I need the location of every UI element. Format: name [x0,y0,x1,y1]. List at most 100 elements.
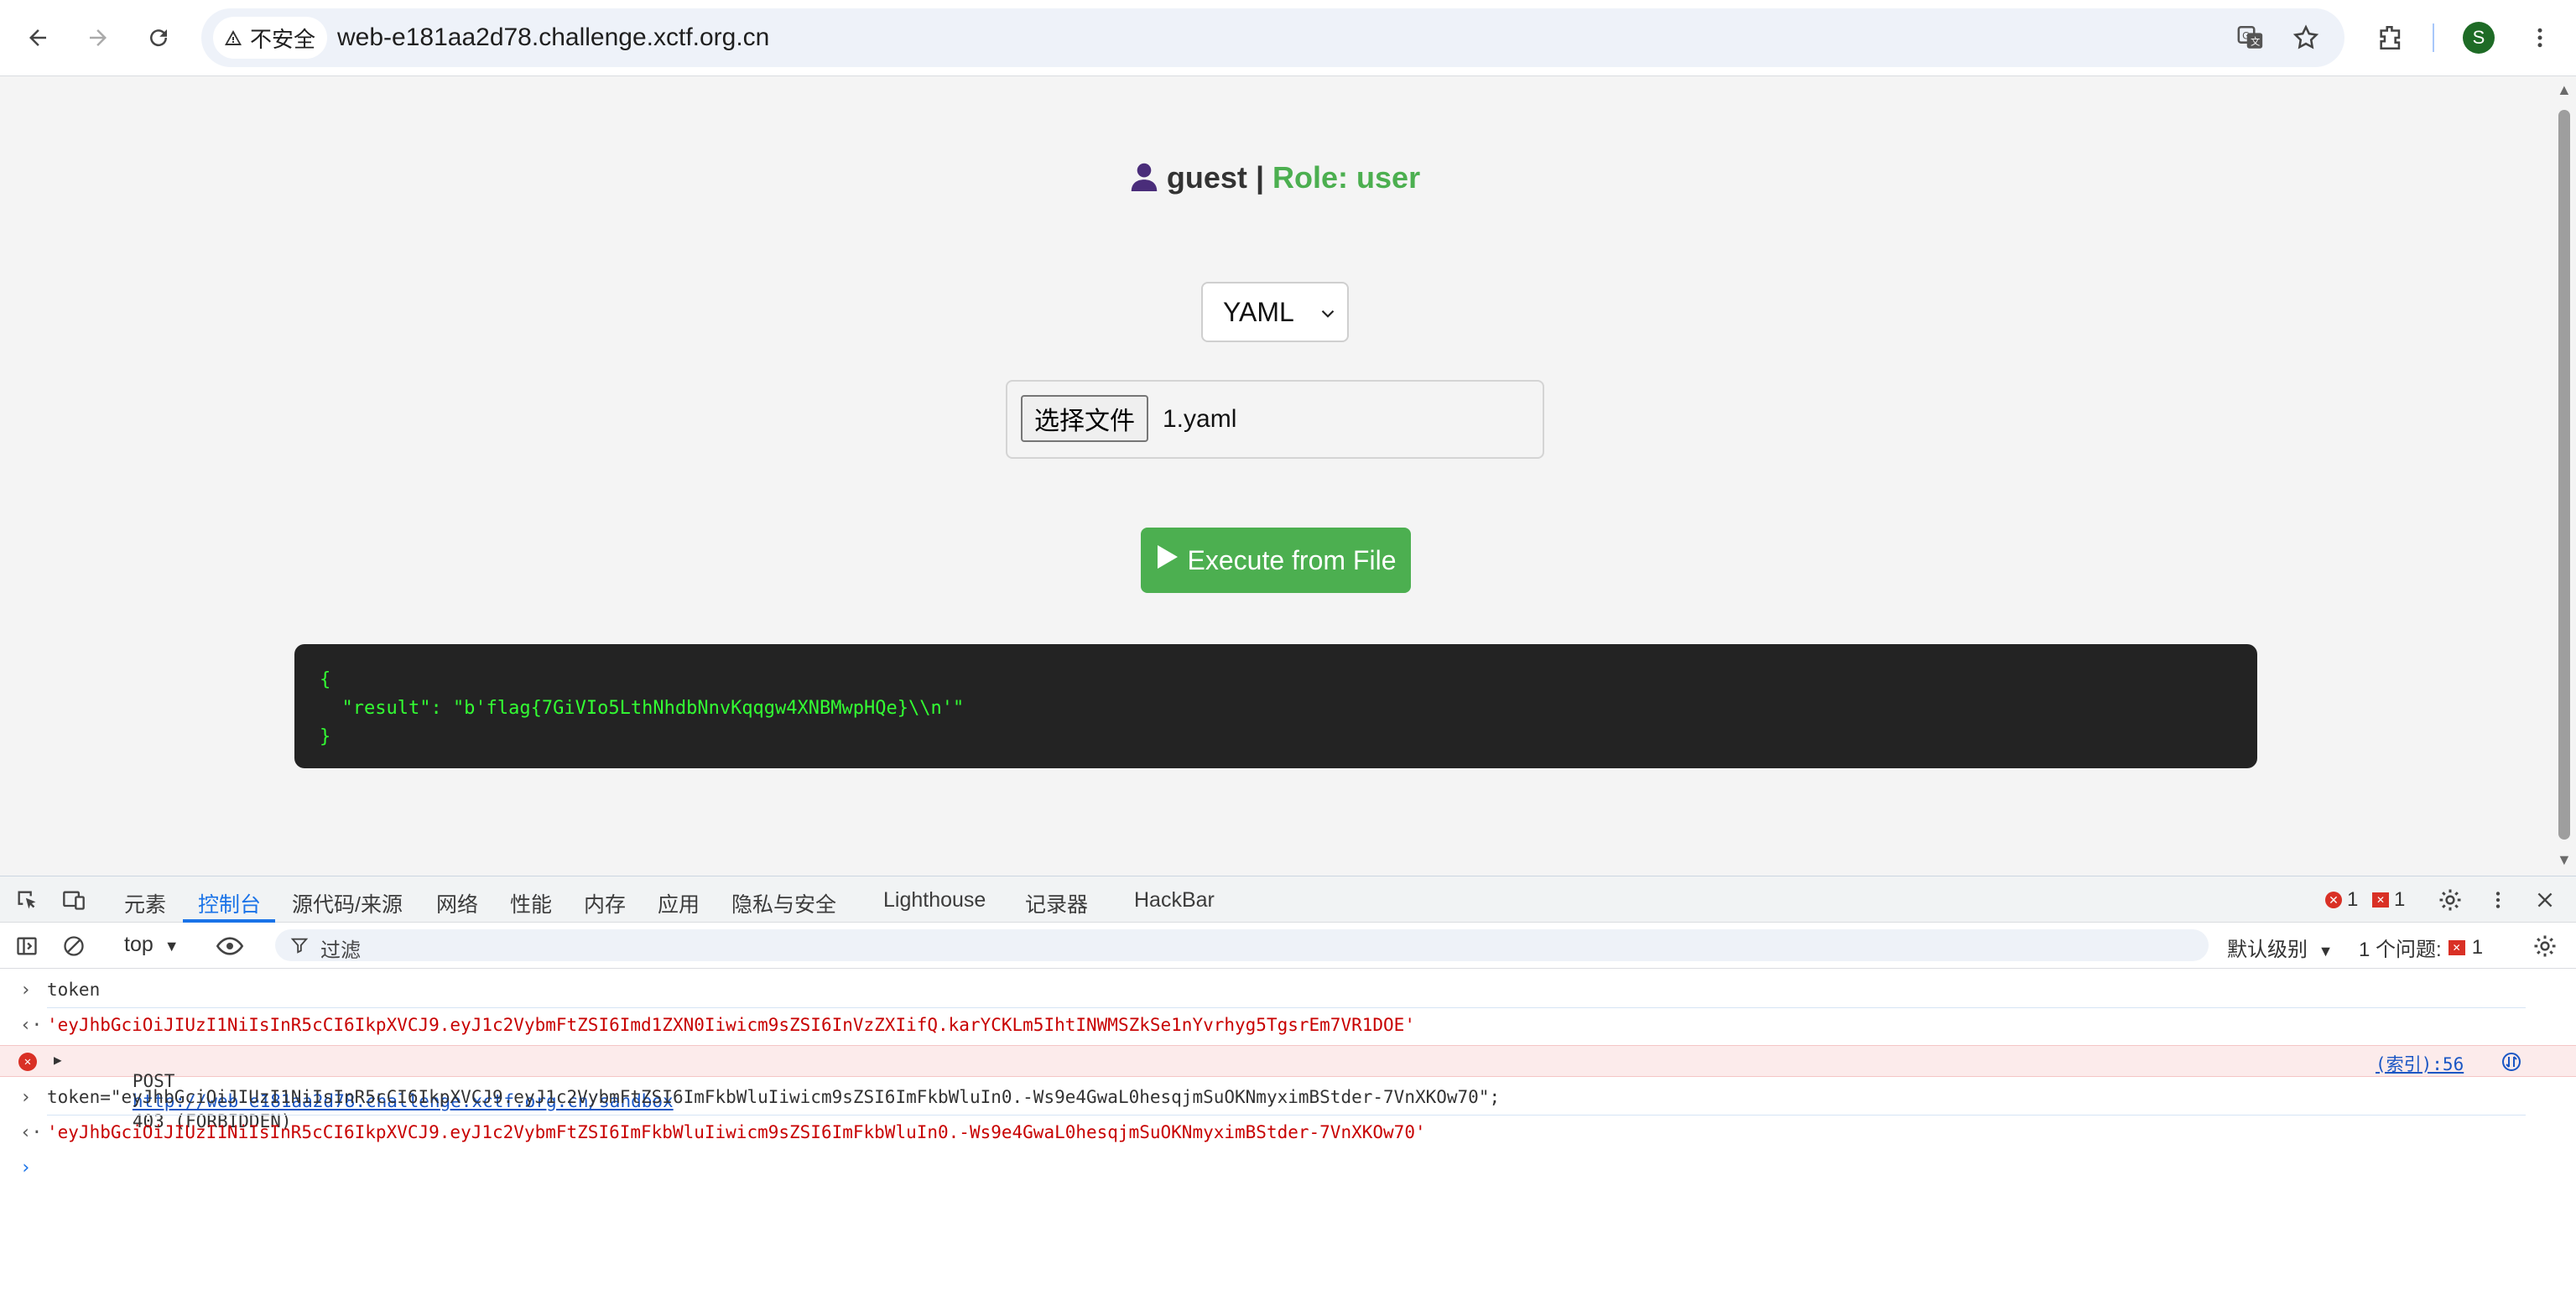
user-icon [1130,161,1158,199]
issue-flag-count: 1 [2394,888,2406,911]
log-level-select[interactable]: 默认级别 ▼ [2227,933,2334,962]
devtools-menu-icon[interactable] [2483,885,2513,915]
user-separator: | [1255,160,1265,195]
console-output-text: 'eyJhbGciOiJIUzI1NiIsInR5cCI6IkpXVCJ9.ey… [47,1122,1426,1142]
return-arrow-icon: ‹· [20,1015,43,1036]
warning-icon [225,30,242,45]
tab-application[interactable]: 应用 [658,888,700,918]
format-select-value: YAML [1223,296,1294,327]
token-assignment: token="eyJhbGciOiJIUzI1NiIsInR5cCI6IkpXV… [47,1087,1501,1107]
toolbar-divider [2433,23,2434,52]
inspect-element-icon[interactable] [12,885,42,915]
scroll-thumb[interactable] [2558,110,2570,840]
role-label: Role: user [1272,160,1421,195]
chevron-right-icon: › [20,1087,32,1108]
issues-label: 1 个问题: [2359,939,2442,961]
caret-down-icon: ▼ [164,938,180,954]
tab-console[interactable]: 控制台 [198,888,261,918]
result-line: { [320,669,331,690]
file-upload-box: 选择文件 1.yaml [1006,380,1544,459]
console-prompt-row[interactable]: › [0,1157,2576,1183]
filter-placeholder: 过滤 [320,939,361,962]
chevron-down-icon [1317,300,1339,331]
tab-hackbar[interactable]: HackBar [1134,888,1215,913]
format-select[interactable]: YAML [1201,282,1349,342]
forward-icon[interactable] [77,17,119,59]
context-selector[interactable]: top ▼ [124,933,180,957]
result-line: "result": "b'flag{7GiVIo5LthNhdbNnvKqqgw… [320,698,965,719]
settings-gear-icon[interactable] [2435,885,2465,915]
context-value: top [124,933,154,956]
console-filter-input[interactable]: 过滤 [275,929,2209,962]
tab-memory[interactable]: 内存 [584,888,626,918]
devtools-tabbar: 元素 控制台 源代码/来源 网络 性能 内存 应用 隐私与安全 Lighthou… [0,876,2576,923]
back-icon[interactable] [17,17,59,59]
expand-triangle-icon[interactable]: ▶ [54,1052,62,1068]
issue-flag-icon: ✕ [2372,892,2389,908]
bookmark-star-icon[interactable] [2285,17,2327,59]
execute-button[interactable]: Execute from File [1141,528,1411,593]
error-source-link[interactable]: (索引):56 [2376,1051,2464,1076]
caret-down-icon: ▼ [2318,943,2334,960]
execute-button-label: Execute from File [1187,544,1397,575]
tab-elements[interactable]: 元素 [124,888,166,918]
security-chip[interactable]: 不安全 [213,17,328,59]
url-text[interactable]: web-e181aa2d78.challenge.xctf.org.cn [337,23,769,52]
console-input-text: token [47,980,101,1000]
eye-icon[interactable] [215,931,245,961]
tab-recorder[interactable]: 记录器 [1025,888,1088,918]
sidebar-toggle-icon[interactable] [12,931,42,961]
reload-icon[interactable] [138,17,180,59]
result-output: { "result": "b'flag{7GiVIo5LthNhdbNnvKqq… [294,644,2257,768]
prompt-chevron-icon: › [20,1157,32,1178]
console-output-text: 'eyJhbGciOiJIUzI1NiIsInR5cCI6IkpXVCJ9.ey… [47,1015,1415,1035]
issues-count: 1 [2471,935,2484,959]
log-level-value: 默认级别 [2227,939,2308,961]
console-error-row: ✕ ▶ POST http://web-e181aa2d78.challenge… [0,1045,2576,1131]
selected-file-name: 1.yaml [1163,405,1237,433]
error-count: 1 [2347,888,2359,911]
console-input-text: token="eyJhbGciOiJIUzI1NiIsInR5cCI6IkpXV… [47,1087,1500,1107]
row-divider [47,1007,2526,1008]
user-info: guest | Role: user [0,160,2550,199]
device-toolbar-icon[interactable] [59,885,89,915]
translate-icon[interactable]: G文 [2230,17,2272,59]
issues-button[interactable]: 1 个问题: ✕ 1 [2359,933,2483,962]
clear-console-icon[interactable] [59,931,89,961]
page-viewport: guest | Role: user YAML 选择文件 1.yaml Exec… [0,76,2550,876]
svg-text:文: 文 [2251,36,2260,48]
play-icon [1156,543,1179,577]
network-request-icon[interactable] [2501,1052,2521,1076]
error-icon: ✕ [18,1053,37,1071]
console-toolbar: top ▼ 过滤 默认级别 ▼ 1 个问题: ✕ 1 [0,923,2576,969]
console-output-row: ‹· 'eyJhbGciOiJIUzI1NiIsInR5cCI6IkpXVCJ9… [0,1015,2576,1040]
username: guest [1166,160,1247,195]
tab-network[interactable]: 网络 [436,888,478,918]
svg-text:G: G [2242,29,2250,41]
browser-menu-icon[interactable] [2519,17,2561,59]
page-scrollbar[interactable]: ▲ ▼ [2550,76,2576,876]
devtools-panel: 元素 控制台 源代码/来源 网络 性能 内存 应用 隐私与安全 Lighthou… [0,876,2576,1295]
choose-file-button[interactable]: 选择文件 [1021,395,1148,442]
error-counter[interactable]: ✕ 1 [2325,888,2358,912]
close-devtools-icon[interactable] [2530,885,2560,915]
profile-avatar[interactable]: S [2458,17,2500,59]
issue-counter[interactable]: ✕ 1 [2372,888,2405,912]
tab-privacy-security[interactable]: 隐私与安全 [731,888,836,918]
filter-icon [290,936,309,959]
console-settings-icon[interactable] [2530,931,2560,961]
tab-performance[interactable]: 性能 [510,888,552,918]
error-icon: ✕ [2325,892,2342,908]
tab-lighthouse[interactable]: Lighthouse [883,888,986,913]
scroll-down-icon[interactable]: ▼ [2557,851,2572,869]
result-line: } [320,726,331,747]
tab-sources[interactable]: 源代码/来源 [292,888,403,918]
browser-toolbar: 不安全 web-e181aa2d78.challenge.xctf.org.cn… [0,0,2576,76]
address-bar[interactable]: 不安全 web-e181aa2d78.challenge.xctf.org.cn… [201,8,2344,67]
extensions-icon[interactable] [2370,17,2412,59]
chevron-right-icon: › [20,980,32,1001]
issue-flag-icon: ✕ [2448,939,2465,955]
security-label: 不安全 [250,26,316,52]
console-input-row: › token="eyJhbGciOiJIUzI1NiIsInR5cCI6Ikp… [0,1087,2576,1112]
scroll-up-icon[interactable]: ▲ [2557,81,2572,99]
